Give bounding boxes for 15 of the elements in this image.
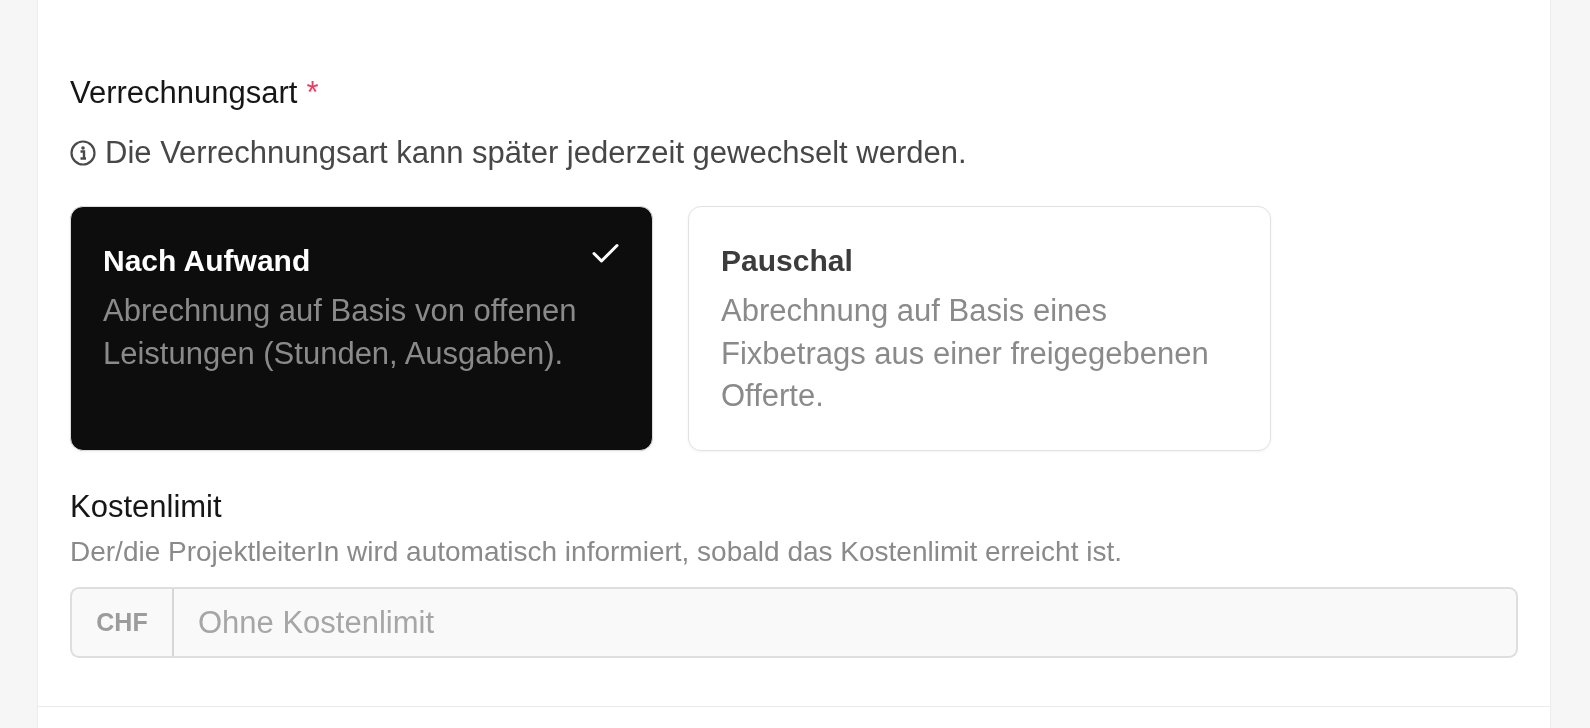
- option-title: Nach Aufwand: [103, 243, 311, 279]
- currency-addon: CHF: [70, 587, 174, 658]
- option-title: Pauschal: [721, 243, 853, 279]
- option-description: Abrechnung auf Basis eines Fixbetrags aus einer freigegebenen Offerte.: [721, 292, 1210, 415]
- field-label: Verrechnungsart: [70, 74, 298, 112]
- info-icon: [70, 140, 96, 166]
- help-text: Der/die ProjektleiterIn wird automatisch informiert, sobald das Kostenlimit erreicht ist.: [70, 535, 1122, 569]
- checkmark-icon: [592, 243, 619, 263]
- hint-text: Die Verrechnungsart kann später jederzeit gewechselt werden.: [105, 134, 967, 172]
- required-asterisk: *: [306, 74, 319, 112]
- billing-option-card[interactable]: Nach Aufwand Abrechnung auf Basis von offenen Leistungen (Stunden, Ausgaben).: [70, 206, 653, 451]
- option-description: Abrechnung auf Basis von offenen Leistungen (Stunden, Ausgaben).: [103, 292, 578, 373]
- cost-limit-input[interactable]: Ohne Kostenlimit: [174, 587, 1518, 658]
- field-label: Kostenlimit: [70, 488, 222, 526]
- billing-option-card[interactable]: Pauschal Abrechnung auf Basis eines Fixbetrags aus einer freigegebenen Offerte.: [688, 206, 1271, 451]
